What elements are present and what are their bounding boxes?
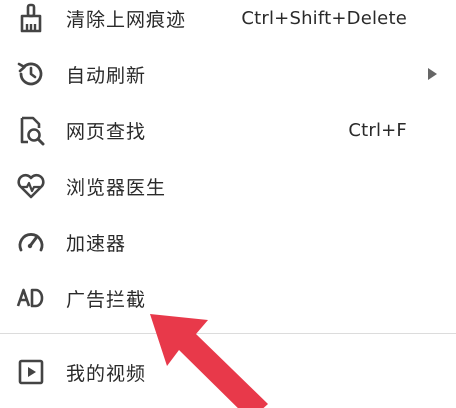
- menu-item-find-in-page[interactable]: 网页查找 Ctrl+F: [0, 102, 456, 158]
- menu-item-accelerator[interactable]: 加速器: [0, 214, 456, 270]
- speedometer-icon: [14, 225, 48, 259]
- menu-item-label: 我的视频: [66, 362, 147, 385]
- video-play-icon: [14, 355, 48, 389]
- page-search-icon: [14, 113, 48, 147]
- menu-item-my-videos[interactable]: 我的视频: [0, 344, 456, 400]
- submenu-arrow-icon: [428, 68, 437, 80]
- menu-item-ad-block[interactable]: 广告拦截: [0, 270, 456, 326]
- menu-item-label: 浏览器医生: [66, 176, 167, 199]
- context-menu: 清除上网痕迹 Ctrl+Shift+Delete 自动刷新 网页查找 Ctrl+…: [0, 0, 456, 408]
- menu-item-label: 广告拦截: [66, 288, 147, 311]
- shortcut-label: Ctrl+Shift+Delete: [241, 7, 407, 29]
- menu-item-label: 清除上网痕迹: [66, 8, 187, 31]
- menu-item-label: 网页查找: [66, 120, 147, 143]
- menu-item-label: 加速器: [66, 232, 127, 255]
- auto-refresh-icon: [14, 57, 48, 91]
- menu-item-browser-doctor[interactable]: 浏览器医生: [0, 158, 456, 214]
- menu-item-label: 自动刷新: [66, 64, 147, 87]
- shortcut-label: Ctrl+F: [348, 119, 407, 141]
- heart-pulse-icon: [14, 169, 48, 203]
- menu-divider: [0, 333, 456, 334]
- menu-item-clear-traces[interactable]: 清除上网痕迹 Ctrl+Shift+Delete: [0, 0, 456, 46]
- broom-icon: [14, 1, 48, 35]
- ad-block-icon: [14, 281, 48, 315]
- menu-item-auto-refresh[interactable]: 自动刷新: [0, 46, 456, 102]
